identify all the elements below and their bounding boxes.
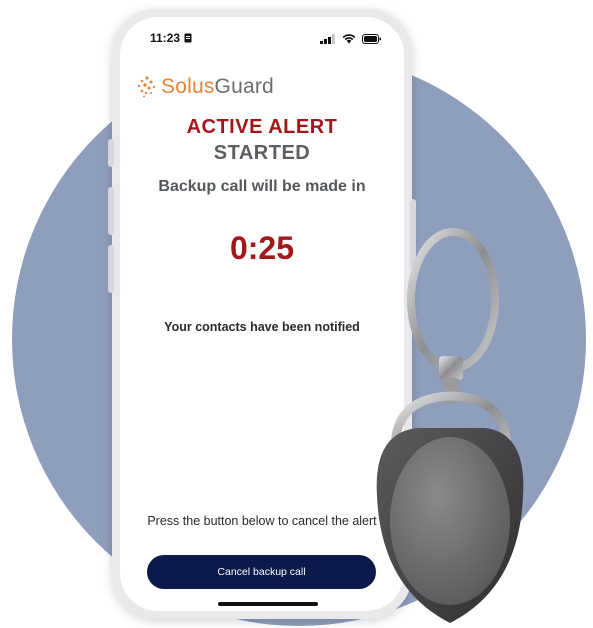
- keyfob-image: [376, 228, 524, 623]
- status-bar: 11:23: [150, 31, 382, 49]
- volume-down-button: [108, 245, 114, 293]
- status-time-text: 11:23: [150, 31, 181, 45]
- alert-subtitle: STARTED: [213, 142, 311, 164]
- volume-up-button: [108, 187, 114, 235]
- cancel-backup-call-button[interactable]: Cancel backup call: [147, 555, 376, 589]
- solusguard-logo: SolusGuard: [136, 75, 274, 99]
- cancel-instruction-text: Press the button below to cancel the ale…: [147, 514, 377, 528]
- logo-brand-first: Solus: [161, 75, 215, 98]
- mute-switch: [108, 139, 114, 167]
- signal-icon: [320, 34, 335, 44]
- keyfob-body: [376, 428, 524, 623]
- logo-brand-second: Guard: [214, 75, 274, 98]
- backup-call-text: Backup call will be made in: [158, 178, 366, 195]
- logo-wordmark: SolusGuard: [161, 75, 274, 99]
- alert-title: ACTIVE ALERT: [186, 116, 338, 138]
- sim-card-icon: [184, 33, 192, 43]
- solusguard-logo-icon: [137, 76, 156, 98]
- status-icons: [320, 34, 382, 44]
- battery-icon: [362, 34, 381, 44]
- status-time: 11:23: [150, 31, 192, 45]
- wifi-icon: [342, 34, 356, 44]
- home-indicator[interactable]: [218, 602, 318, 606]
